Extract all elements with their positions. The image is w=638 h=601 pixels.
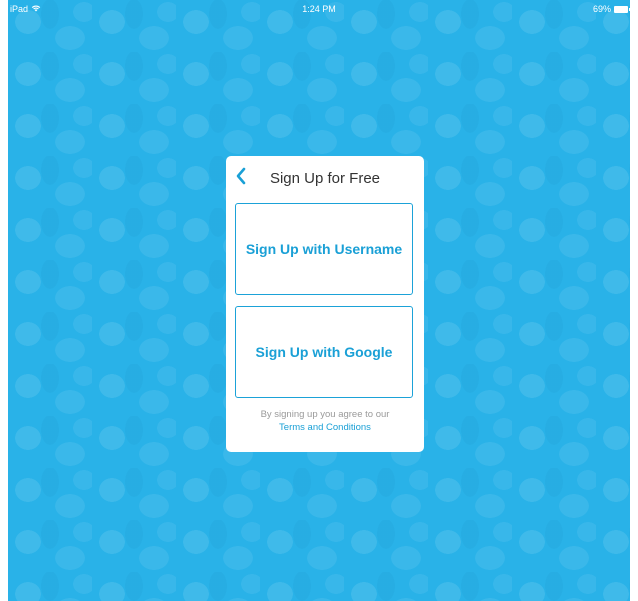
battery-icon — [614, 5, 630, 13]
terms-link[interactable]: Terms and Conditions — [226, 421, 424, 434]
signup-username-label: Sign Up with Username — [245, 241, 403, 257]
dialog-title: Sign Up for Free — [269, 170, 381, 187]
status-bar: iPad 1:24 PM 69% — [8, 0, 630, 18]
status-right: 69% — [592, 0, 630, 18]
signup-username-button[interactable]: Sign Up with Username — [235, 203, 413, 295]
signup-google-button[interactable]: Sign Up with Google — [235, 306, 413, 398]
agreement-text: By signing up you agree to our — [260, 409, 390, 420]
dialog-header: Sign Up for Free — [226, 156, 424, 200]
app-screen: iPad 1:24 PM 69% Sign Up for Free Sign U… — [8, 0, 630, 601]
signup-google-label: Sign Up with Google — [255, 344, 393, 360]
signup-dialog: Sign Up for Free Sign Up with Username S… — [226, 156, 424, 452]
terms-notice: By signing up you agree to our Terms and… — [226, 408, 424, 434]
status-time: 1:24 PM — [302, 4, 336, 14]
battery-percent: 69% — [592, 4, 611, 14]
